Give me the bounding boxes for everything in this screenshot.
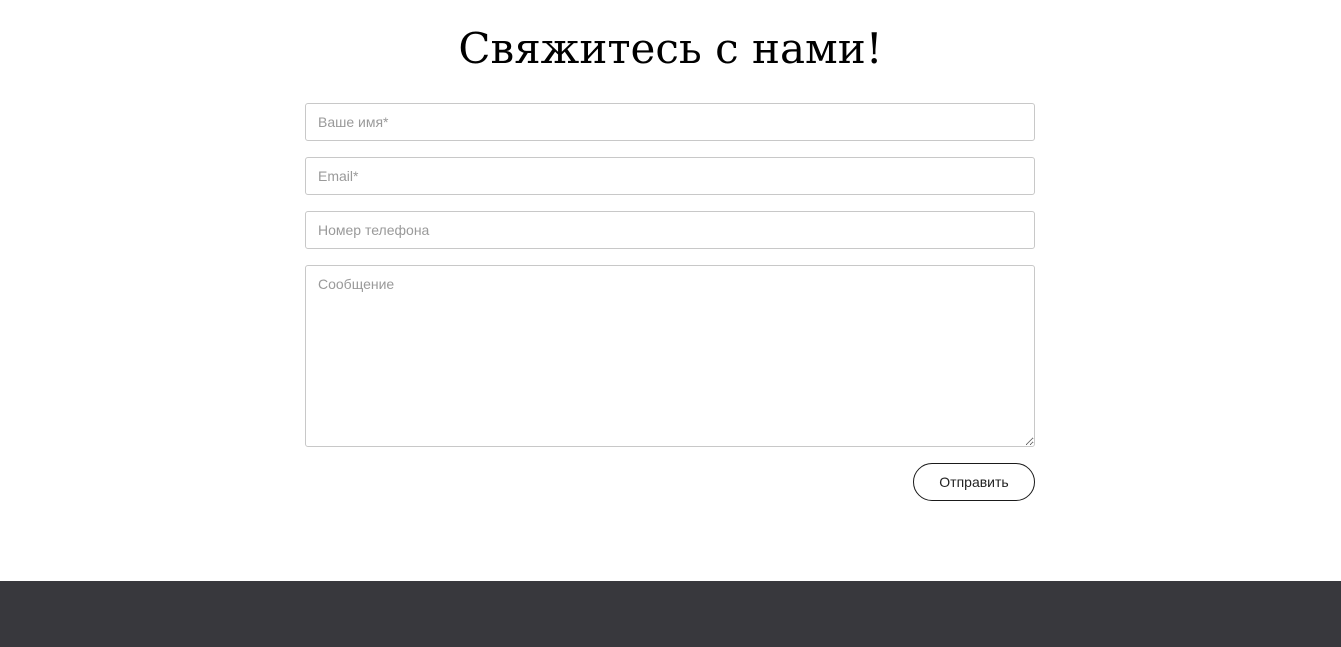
footer <box>0 581 1341 647</box>
name-input[interactable] <box>305 103 1035 141</box>
page-title: Свяжитесь с нами! <box>458 24 883 73</box>
email-input[interactable] <box>305 157 1035 195</box>
contact-section: Свяжитесь с нами! Отправить <box>0 0 1341 581</box>
message-textarea[interactable] <box>305 265 1035 447</box>
phone-input[interactable] <box>305 211 1035 249</box>
submit-button[interactable]: Отправить <box>913 463 1035 501</box>
contact-form: Отправить <box>305 103 1035 501</box>
submit-row: Отправить <box>305 463 1035 501</box>
